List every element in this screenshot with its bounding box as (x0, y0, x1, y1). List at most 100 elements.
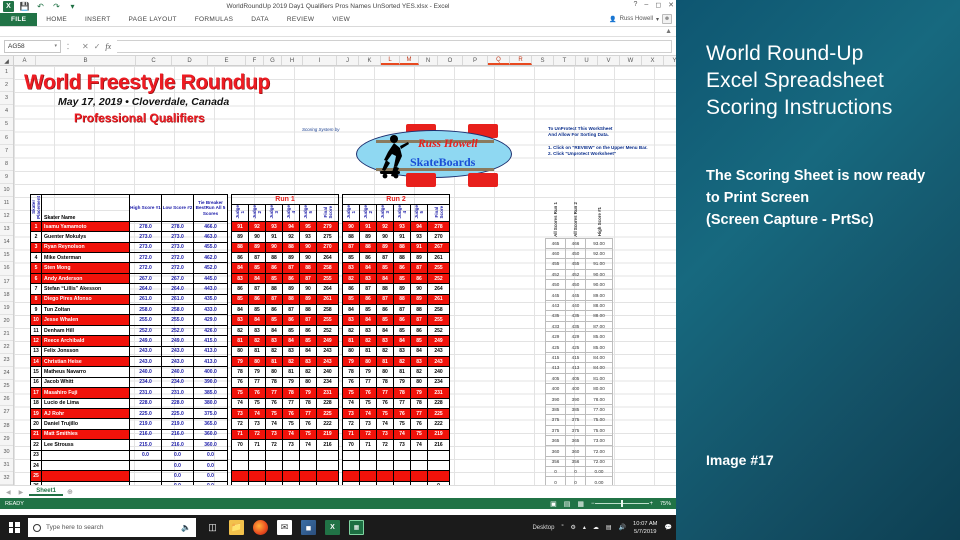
column-header-I[interactable]: I (303, 56, 337, 65)
cell-all-scores-run2[interactable]: 375 (565, 424, 586, 436)
cell-run1-judge-5[interactable] (299, 470, 317, 482)
cell-run2-judge-4[interactable]: 79 (393, 376, 411, 389)
formula-buttons[interactable]: ✕ ✓ fx (79, 42, 114, 51)
cell-run2-final[interactable] (427, 470, 450, 482)
cell-high-score[interactable]: 278.0 (129, 220, 162, 233)
cell-placement[interactable]: 19 (30, 407, 42, 420)
cell-run1-judge-1[interactable]: 86 (231, 252, 249, 264)
cell-run2-judge-1[interactable]: 76 (342, 376, 360, 389)
help-icon[interactable]: ? (634, 1, 638, 9)
cell-run1-judge-5[interactable]: 88 (299, 304, 317, 316)
cell-run2-judge-5[interactable]: 87 (410, 262, 428, 274)
cell-run2-judge-3[interactable]: 87 (376, 293, 394, 306)
cell-run2-final[interactable]: 261 (427, 293, 450, 306)
cell-run2-judge-5[interactable]: 84 (410, 345, 428, 358)
cell-run2-judge-1[interactable]: 74 (342, 397, 360, 409)
cell-high-score[interactable]: 272.0 (129, 252, 162, 264)
cell-high-score[interactable]: 243.0 (129, 355, 162, 368)
cell-placement[interactable]: 26 (30, 480, 42, 485)
cell-run1-judge-4[interactable]: 76 (282, 407, 300, 420)
cell-high-score-value[interactable]: 72.00 (585, 455, 613, 468)
cell-run2-judge-5[interactable]: 77 (410, 407, 428, 420)
cell-run2-judge-5[interactable]: 78 (410, 397, 428, 409)
cell-run2-judge-2[interactable]: 77 (359, 376, 377, 389)
ribbon-tab-review[interactable]: REVIEW (278, 13, 323, 26)
cell-placement[interactable]: 2 (30, 231, 42, 243)
cell-low-score[interactable]: 278.0 (161, 220, 194, 233)
cell-placement[interactable]: 17 (30, 387, 42, 399)
row-header-20[interactable]: 20 (0, 315, 13, 328)
cell-run2-judge-4[interactable]: 78 (393, 387, 411, 399)
cell-run1-judge-3[interactable]: 81 (265, 355, 283, 368)
column-header-S[interactable]: S (532, 56, 554, 65)
cell-run1-judge-5[interactable] (299, 459, 317, 472)
column-header-P[interactable]: P (463, 56, 488, 65)
cell-low-score[interactable]: 243.0 (161, 345, 194, 358)
cell-run1-judge-1[interactable]: 80 (231, 345, 249, 358)
cell-high-score-value[interactable]: 78.00 (585, 393, 613, 405)
cell-all-scores-run2[interactable]: 455 (565, 258, 586, 270)
row-header-17[interactable]: 17 (0, 276, 13, 289)
cell-low-score[interactable]: 219.0 (161, 418, 194, 430)
cell-high-score-value[interactable]: 73.00 (585, 434, 613, 447)
cell-placement[interactable]: 7 (30, 283, 42, 295)
excel-doc-icon[interactable]: ▦ (349, 520, 364, 535)
cell-run2-judge-1[interactable]: 83 (342, 314, 360, 326)
table-row[interactable]: 26 0.00.0 0 (30, 480, 450, 485)
cell-run1-final[interactable]: 243 (316, 345, 339, 358)
cell-high-score[interactable]: 264.0 (129, 283, 162, 295)
cell-run1-final[interactable] (316, 480, 339, 485)
column-header-D[interactable]: D (172, 56, 208, 65)
cell-run1-judge-3[interactable]: 76 (265, 397, 283, 409)
cell-run1-judge-5[interactable]: 85 (299, 335, 317, 347)
cell-run1-judge-2[interactable]: 83 (248, 324, 266, 337)
cell-run2-judge-2[interactable] (359, 459, 377, 472)
cell-placement[interactable]: 23 (30, 449, 42, 461)
cell-run2-judge-2[interactable]: 89 (359, 231, 377, 243)
normal-view-icon[interactable]: ▣ (550, 500, 557, 508)
column-header-F[interactable]: F (246, 56, 264, 65)
cell-run1-judge-2[interactable]: 85 (248, 304, 266, 316)
cell-run2-judge-5[interactable]: 86 (410, 324, 428, 337)
cell-run2-judge-3[interactable]: 73 (376, 428, 394, 441)
cell-all-scores-run2[interactable]: 435 (565, 310, 586, 322)
row-header-25[interactable]: 25 (0, 380, 13, 394)
cell-all-scores-run1[interactable]: 365 (545, 434, 566, 447)
cell-run1-judge-4[interactable]: 81 (282, 366, 300, 378)
prev-sheet-icon[interactable]: ▶ (17, 489, 26, 496)
cell-run1-judge-2[interactable] (248, 459, 266, 472)
cell-run1-judge-2[interactable]: 90 (248, 231, 266, 243)
table-row[interactable]: 22 Lee Strouss 215.0 216.0 360.0 70 71 72 73 74 21… (30, 439, 450, 451)
cell-run2-judge-1[interactable]: 81 (342, 335, 360, 347)
cell-high-score-value[interactable]: 80.00 (585, 382, 613, 395)
cell-run2-final[interactable]: 267 (427, 241, 450, 254)
row-header-16[interactable]: 16 (0, 262, 13, 276)
cell-skater-name[interactable]: Isamu Yamamoto (41, 220, 130, 233)
cell-run1-judge-4[interactable]: 89 (282, 283, 300, 295)
cell-run2-judge-2[interactable]: 88 (359, 241, 377, 254)
row-header-29[interactable]: 29 (0, 433, 13, 446)
table-row[interactable]: 25 0.0 0.0 (30, 470, 450, 482)
cell-run2-final[interactable]: 255 (427, 262, 450, 274)
cell-run1-judge-4[interactable]: 88 (282, 241, 300, 254)
cell-run2-judge-4[interactable]: 74 (393, 428, 411, 441)
cell-run2-judge-5[interactable]: 76 (410, 418, 428, 430)
cell-high-score[interactable]: 255.0 (129, 314, 162, 326)
cell-run1-judge-1[interactable]: 70 (231, 439, 249, 451)
row-header-10[interactable]: 10 (0, 184, 13, 197)
cell-run1-judge-4[interactable]: 79 (282, 376, 300, 389)
cell-run1-judge-5[interactable]: 76 (299, 418, 317, 430)
cell-run1-judge-4[interactable]: 75 (282, 418, 300, 430)
cell-run2-judge-3[interactable] (376, 480, 394, 485)
table-row[interactable]: 3 Ryan Reynolson 273.0 273.0 455.0 88 89 90 88 90… (30, 241, 450, 254)
cell-run1-final[interactable]: 243 (316, 355, 339, 368)
cell-run2-judge-4[interactable]: 86 (393, 262, 411, 274)
column-header-X[interactable]: X (642, 56, 664, 65)
cell-run1-judge-5[interactable]: 75 (299, 428, 317, 441)
cell-run1-judge-5[interactable]: 74 (299, 439, 317, 451)
cell-high-score[interactable]: 272.0 (129, 262, 162, 274)
cell-placement[interactable]: 5 (30, 262, 42, 274)
cell-low-score[interactable]: 216.0 (161, 428, 194, 441)
cell-tiebreaker[interactable]: 429.0 (193, 314, 228, 326)
cell-run1-judge-2[interactable]: 79 (248, 366, 266, 378)
